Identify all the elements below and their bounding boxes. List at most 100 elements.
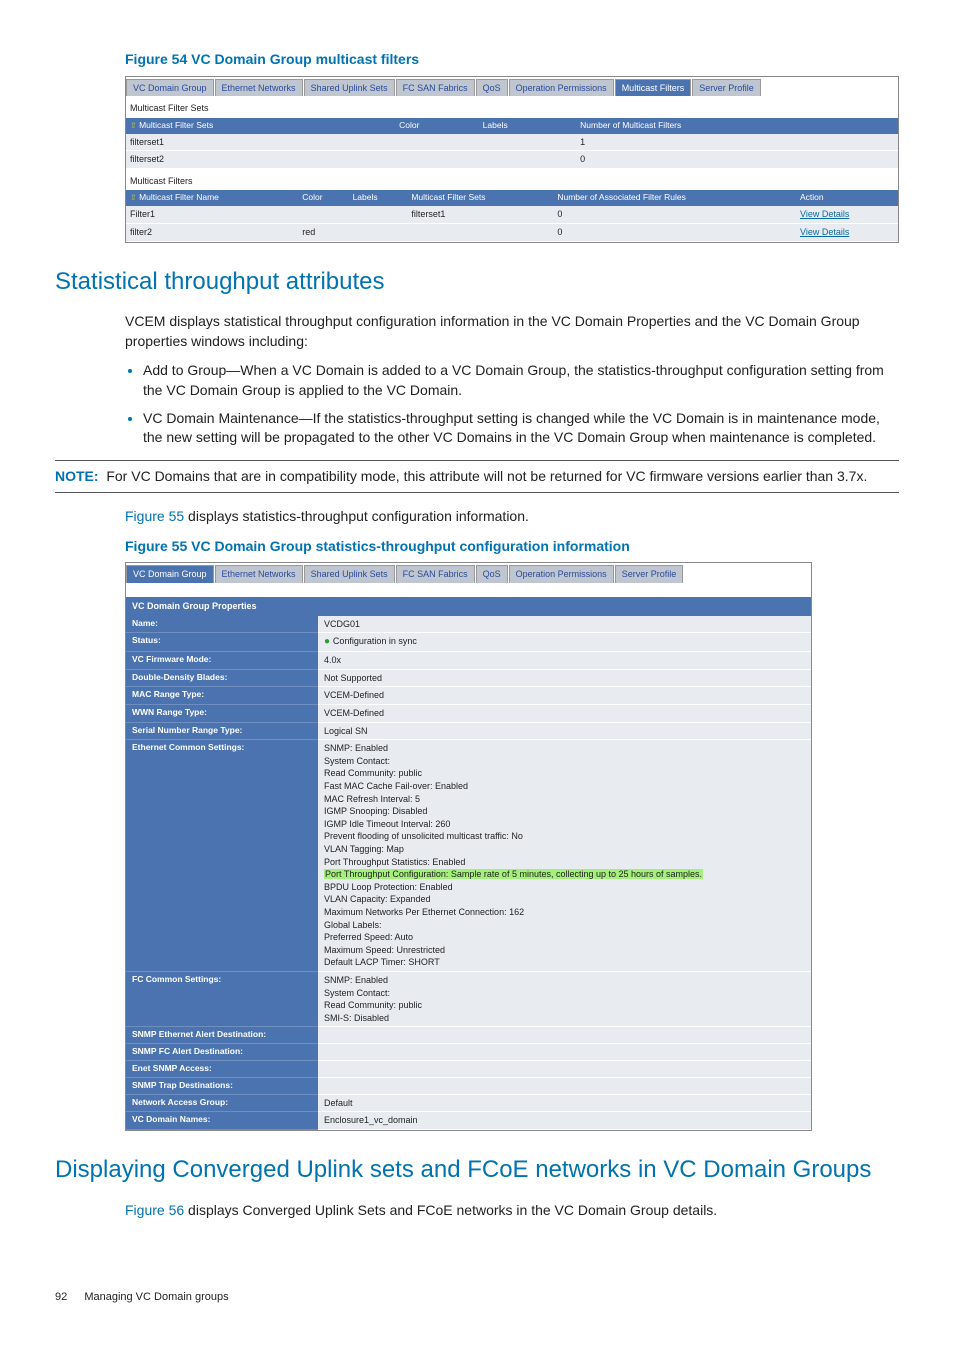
prop-label: Double-Density Blades:: [126, 669, 318, 687]
table-row: filter2red0View Details: [126, 223, 898, 241]
section2-text: displays Converged Uplink Sets and FCoE …: [184, 1202, 717, 1218]
cell: filter2: [126, 223, 298, 241]
tab-fc-san-fabrics[interactable]: FC SAN Fabrics: [396, 565, 475, 583]
prop-line: IGMP Snooping: Disabled: [324, 805, 805, 818]
bullet-item: Add to Group—When a VC Domain is added t…: [143, 361, 899, 400]
tab-operation-permissions[interactable]: Operation Permissions: [509, 79, 614, 97]
prop-label: Serial Number Range Type:: [126, 722, 318, 740]
prop-line: VLAN Capacity: Expanded: [324, 893, 805, 906]
prop-row: Ethernet Common Settings:SNMP: EnabledSy…: [126, 740, 811, 972]
prop-line: Prevent flooding of unsolicited multicas…: [324, 830, 805, 843]
col-header[interactable]: Multicast Filter Sets: [407, 190, 553, 206]
tab-shared-uplink-sets[interactable]: Shared Uplink Sets: [304, 79, 395, 97]
prop-row: SNMP Trap Destinations:: [126, 1077, 811, 1094]
cell: filterset1: [126, 134, 395, 151]
col-header[interactable]: Labels: [349, 190, 408, 206]
col-header[interactable]: Labels: [479, 117, 577, 133]
tab-fc-san-fabrics[interactable]: FC SAN Fabrics: [396, 79, 475, 97]
prop-line: SNMP: Enabled: [324, 742, 805, 755]
prop-line: Default LACP Timer: SHORT: [324, 956, 805, 969]
cell: [349, 206, 408, 223]
view-details-link[interactable]: View Details: [800, 227, 849, 237]
prop-row: FC Common Settings:SNMP: EnabledSystem C…: [126, 971, 811, 1026]
cell: 0: [553, 206, 796, 223]
prop-value: Logical SN: [318, 722, 811, 740]
prop-label: VC Domain Names:: [126, 1112, 318, 1130]
prop-value: [318, 1077, 811, 1094]
figure55-screenshot: VC Domain GroupEthernet NetworksShared U…: [125, 562, 812, 1131]
prop-value: SNMP: EnabledSystem Contact:Read Communi…: [318, 740, 811, 972]
col-header[interactable]: ⇧ Multicast Filter Sets: [126, 117, 395, 133]
cell: [479, 151, 577, 169]
prop-line: System Contact:: [324, 755, 805, 768]
prop-line: System Contact:: [324, 987, 805, 1000]
prop-line: Fast MAC Cache Fail-over: Enabled: [324, 780, 805, 793]
prop-line: BPDU Loop Protection: Enabled: [324, 881, 805, 894]
tab-shared-uplink-sets[interactable]: Shared Uplink Sets: [304, 565, 395, 583]
section1-intro: VCEM displays statistical throughput con…: [125, 312, 899, 351]
figure56-link[interactable]: Figure 56: [125, 1202, 184, 1218]
bullet-item: VC Domain Maintenance—If the statistics-…: [143, 409, 899, 448]
tab-server-profile[interactable]: Server Profile: [692, 79, 761, 97]
prop-value: ● Configuration in sync: [318, 633, 811, 652]
filter-sets-label: Multicast Filter Sets: [126, 96, 898, 117]
prop-value: VCEM-Defined: [318, 705, 811, 723]
col-header[interactable]: Color: [395, 117, 479, 133]
prop-value: [318, 1061, 811, 1078]
col-header[interactable]: Number of Associated Filter Rules: [553, 190, 796, 206]
prop-label: VC Firmware Mode:: [126, 652, 318, 670]
prop-row: MAC Range Type:VCEM-Defined: [126, 687, 811, 705]
prop-row: Status:● Configuration in sync: [126, 633, 811, 652]
col-header[interactable]: Action: [796, 190, 898, 206]
figure54-title: Figure 54 VC Domain Group multicast filt…: [125, 50, 899, 70]
col-header[interactable]: ⇧ Multicast Filter Name: [126, 190, 298, 206]
prop-value: SNMP: EnabledSystem Contact:Read Communi…: [318, 971, 811, 1026]
note-box: NOTE: For VC Domains that are in compati…: [55, 460, 899, 494]
tab-ethernet-networks[interactable]: Ethernet Networks: [215, 79, 303, 97]
tab-ethernet-networks[interactable]: Ethernet Networks: [215, 565, 303, 583]
prop-row: Double-Density Blades:Not Supported: [126, 669, 811, 687]
cell: filterset2: [126, 151, 395, 169]
cell: [395, 151, 479, 169]
prop-value: Not Supported: [318, 669, 811, 687]
prop-value: Enclosure1_vc_domain: [318, 1112, 811, 1130]
prop-row: Network Access Group:Default: [126, 1094, 811, 1112]
tab-multicast-filters[interactable]: Multicast Filters: [615, 79, 692, 97]
note-label: NOTE:: [55, 468, 99, 484]
prop-row: SNMP Ethernet Alert Destination:: [126, 1027, 811, 1044]
table-row: filterset1 1: [126, 134, 898, 151]
section1-bullets: Add to Group—When a VC Domain is added t…: [125, 361, 899, 447]
table-row: Filter1filterset10View Details: [126, 206, 898, 223]
cell: 1: [576, 134, 898, 151]
prop-row: VC Firmware Mode:4.0x: [126, 652, 811, 670]
prop-row: WWN Range Type:VCEM-Defined: [126, 705, 811, 723]
prop-line: IGMP Idle Timeout Interval: 260: [324, 818, 805, 831]
prop-label: MAC Range Type:: [126, 687, 318, 705]
cell: [407, 223, 553, 241]
tab-vc-domain-group[interactable]: VC Domain Group: [126, 79, 214, 97]
view-details-link[interactable]: View Details: [800, 209, 849, 219]
prop-line: Read Community: public: [324, 767, 805, 780]
after-note-text: displays statistics-throughput configura…: [184, 508, 529, 524]
prop-label: Network Access Group:: [126, 1094, 318, 1112]
tab-server-profile[interactable]: Server Profile: [615, 565, 684, 583]
col-header[interactable]: Color: [298, 190, 348, 206]
prop-line: Global Labels:: [324, 919, 805, 932]
section-stat-throughput-title: Statistical throughput attributes: [55, 265, 899, 299]
figure55-link[interactable]: Figure 55: [125, 508, 184, 524]
tab-qos[interactable]: QoS: [476, 565, 508, 583]
prop-line: Read Community: public: [324, 999, 805, 1012]
prop-row: Name:VCDG01: [126, 616, 811, 633]
prop-label: Status:: [126, 633, 318, 652]
prop-row: VC Domain Names:Enclosure1_vc_domain: [126, 1112, 811, 1130]
tab-qos[interactable]: QoS: [476, 79, 508, 97]
cell: [395, 134, 479, 151]
page-footer: 92 Managing VC Domain groups: [55, 1290, 899, 1305]
tab-operation-permissions[interactable]: Operation Permissions: [509, 565, 614, 583]
prop-line: Port Throughput Statistics: Enabled: [324, 856, 805, 869]
prop-label: Name:: [126, 616, 318, 633]
chapter-name: Managing VC Domain groups: [84, 1291, 228, 1303]
col-header[interactable]: Number of Multicast Filters: [576, 117, 898, 133]
cell: [479, 134, 577, 151]
tab-vc-domain-group[interactable]: VC Domain Group: [126, 565, 214, 583]
